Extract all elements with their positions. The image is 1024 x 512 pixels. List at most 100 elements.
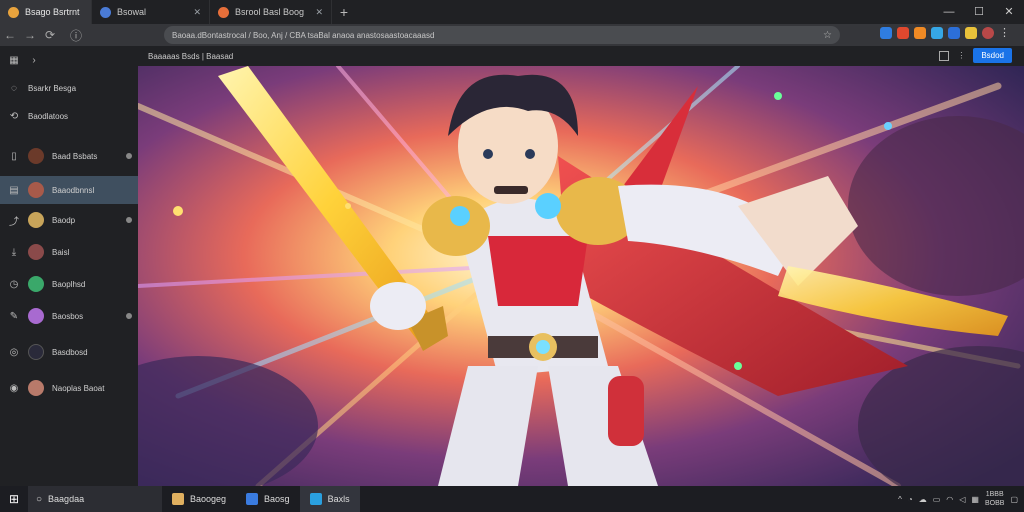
extension-icon[interactable] — [948, 27, 960, 39]
contact-name: Baoplhsd — [52, 279, 86, 289]
contact-name: Baad Bsbats — [52, 151, 98, 161]
tab-label: Bsowal — [117, 7, 147, 17]
back-icon[interactable]: ← — [0, 28, 20, 42]
volume-icon[interactable]: ◁ — [959, 495, 965, 504]
forward-icon[interactable]: → — [20, 28, 40, 42]
avatar — [28, 380, 44, 396]
contact-name: Basdbosd — [52, 347, 88, 357]
extension-icon[interactable] — [914, 27, 926, 39]
avatar — [28, 308, 44, 324]
chevron-up-icon[interactable]: ^ — [898, 495, 902, 504]
search-label: Baagdaa — [48, 494, 85, 504]
taskbar-search[interactable]: ○ Baagdaa — [28, 486, 162, 512]
app-label: Baosg — [264, 494, 290, 504]
more-icon[interactable]: ⋮ — [957, 51, 965, 60]
grid-icon: ▦ — [9, 54, 19, 66]
contact-name: Naoplas Baoat — [52, 383, 105, 393]
battery-icon[interactable]: ▭ — [933, 495, 941, 504]
menu-icon[interactable]: ⋮ — [999, 27, 1011, 39]
sidebar-item-explore[interactable]: ◌ Bsarkr Besga — [0, 74, 138, 102]
status-dot — [126, 313, 132, 319]
pin-icon: ▯ — [11, 150, 17, 162]
wifi-icon[interactable]: ◠ — [946, 495, 953, 504]
extension-icon[interactable] — [897, 27, 909, 39]
reload-icon[interactable]: ⟳ — [40, 28, 60, 42]
browser-toolbar: ← → ⟳ ⓘ Baoaa.dBontastrocal / Boo, Anj /… — [0, 24, 1024, 46]
artwork-image — [138, 66, 1024, 486]
avatar — [28, 344, 44, 360]
network-icon[interactable]: ◔ — [908, 495, 913, 504]
sidebar-contact-5[interactable]: ✎ Baosbos — [0, 302, 138, 330]
app-label: Baoogeg — [190, 494, 227, 504]
minimize-button[interactable]: — — [934, 0, 964, 24]
tab-2[interactable]: Bsrool Basl Boog ✕ — [210, 0, 332, 24]
sidebar-contact-0[interactable]: ▯ Baad Bsbats — [0, 142, 138, 170]
avatar — [28, 182, 44, 198]
tab-1[interactable]: Bsowal ✕ — [92, 0, 210, 24]
close-icon[interactable]: ✕ — [193, 7, 201, 18]
compass-icon: ◌ — [11, 82, 17, 94]
sidebar-item-history[interactable]: ⟲ Baodlatoos — [0, 102, 138, 130]
keyboard-icon[interactable]: ▦ — [971, 495, 979, 504]
clock-time: 1BBB — [985, 491, 1004, 498]
expand-icon[interactable] — [939, 50, 950, 61]
clock-date: BOBB — [984, 500, 1005, 507]
sidebar-item-grid[interactable]: ▦ › — [0, 46, 138, 74]
extension-icon[interactable] — [931, 27, 943, 39]
sidebar-contact-7[interactable]: ◉ Naoplas Baoat — [0, 374, 138, 402]
new-tab-button[interactable]: + — [332, 0, 356, 24]
sidebar-item-label: Baodlatoos — [28, 111, 69, 121]
check-icon: ◎ — [9, 346, 19, 358]
tab-0[interactable]: Bsago Bsrtrnt — [0, 0, 92, 24]
app-icon — [309, 493, 322, 505]
sidebar-contact-6[interactable]: ◎ Basdbosd — [0, 338, 138, 366]
tab-label: Bsago Bsrtrnt — [25, 7, 80, 17]
sidebar-contact-3[interactable]: ⤓ Baisl — [0, 238, 138, 266]
taskbar-app-0[interactable]: Baoogeg — [162, 486, 236, 512]
tab-favicon — [218, 6, 229, 18]
extensions-area: ⋮ — [880, 27, 1011, 39]
sidebar-contact-1[interactable]: ▤ Baaodbnnsl — [0, 176, 138, 204]
avatar — [28, 148, 44, 164]
cloud-icon[interactable]: ☁ — [919, 495, 927, 504]
download-icon: ⤓ — [11, 246, 17, 258]
status-dot — [126, 217, 132, 223]
viewer-header: Baaaaas Bsds | Baasad ⋮ Bsdod — [138, 46, 1024, 66]
maximize-button[interactable]: ☐ — [964, 0, 994, 24]
viewer-action-button[interactable]: Bsdod — [973, 48, 1012, 63]
tab-favicon — [8, 6, 19, 18]
sidebar-contact-4[interactable]: ◷ Baoplhsd — [0, 270, 138, 298]
tab-label: Bsrool Basl Boog — [235, 7, 305, 17]
avatar — [28, 276, 44, 292]
notification-icon[interactable]: ▢ — [1010, 495, 1018, 504]
status-dot — [126, 153, 132, 159]
window-controls: — ☐ ✕ — [934, 0, 1024, 24]
arrow-icon: › — [32, 54, 36, 66]
sidebar-contact-2[interactable]: ⤴ Baodp — [0, 206, 138, 234]
app-icon — [246, 493, 259, 505]
sidebar: ▦ › ◌ Bsarkr Besga ⟲ Baodlatoos ▯ Baad B… — [0, 46, 138, 486]
sidebar-item-label: Bsarkr Besga — [28, 83, 77, 93]
taskbar-app-1[interactable]: Baosg — [236, 486, 300, 512]
app-label: Baxls — [327, 494, 350, 504]
clock[interactable]: 1BBB BOBB — [985, 490, 1004, 508]
tab-bar: Bsago Bsrtrnt Bsowal ✕ Bsrool Basl Boog … — [0, 0, 1024, 24]
url-text: Baoaa.dBontastrocal / Boo, Anj / CBA tsa… — [172, 30, 435, 40]
extension-icon[interactable] — [965, 27, 977, 39]
viewer-path: Baaaaas Bsds | Baasad — [148, 51, 234, 61]
windows-start-icon[interactable]: ⊞ — [0, 492, 28, 506]
close-window-button[interactable]: ✕ — [994, 0, 1024, 24]
extension-icon[interactable] — [880, 27, 892, 39]
address-bar[interactable]: Baoaa.dBontastrocal / Boo, Anj / CBA tsa… — [164, 26, 840, 44]
avatar — [28, 212, 44, 228]
system-tray: ^ ◔ ☁ ▭ ◠ ◁ ▦ 1BBB BOBB ▢ — [898, 486, 1018, 512]
taskbar-app-2[interactable]: Baxls — [299, 486, 360, 512]
bookmark-star-icon[interactable]: ☆ — [823, 30, 832, 41]
avatar — [28, 244, 44, 260]
contact-name: Baosbos — [52, 311, 84, 321]
info-icon[interactable]: ⓘ — [60, 27, 150, 44]
alert-icon: ◉ — [9, 382, 19, 394]
note-icon: ▤ — [9, 184, 19, 196]
profile-avatar[interactable] — [982, 27, 994, 39]
close-icon[interactable]: ✕ — [315, 7, 323, 18]
